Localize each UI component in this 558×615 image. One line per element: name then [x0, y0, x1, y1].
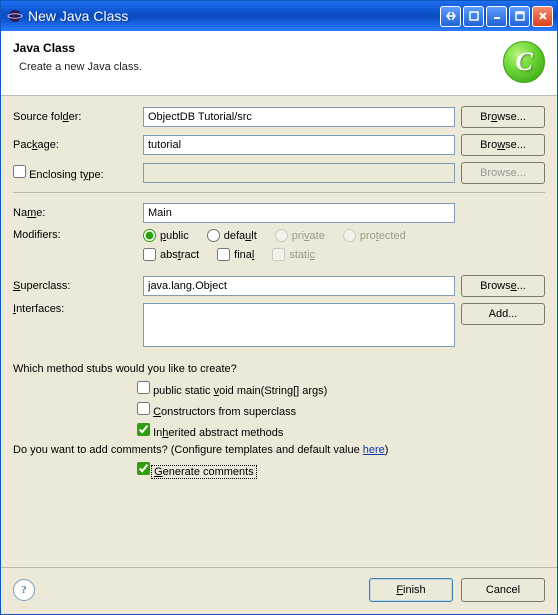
- enclosing-type-check[interactable]: Enclosing type:: [13, 165, 137, 181]
- browse-superclass-button[interactable]: Browse...: [461, 275, 545, 297]
- banner-subtitle: Create a new Java class.: [19, 61, 503, 73]
- browse-enclosing-button: Browse...: [461, 162, 545, 184]
- name-input[interactable]: [143, 203, 455, 223]
- window-title: New Java Class: [28, 8, 440, 24]
- maximize-button[interactable]: [509, 6, 530, 27]
- finish-button[interactable]: Finish: [369, 578, 453, 602]
- window-buttons: [440, 6, 553, 27]
- banner: Java Class Create a new Java class. C: [1, 31, 557, 96]
- stub-constructors-check[interactable]: Constructors from superclass: [137, 406, 296, 418]
- superclass-label: Superclass:: [13, 280, 137, 292]
- stub-inherited-check[interactable]: Inherited abstract methods: [137, 427, 283, 439]
- configure-here-link[interactable]: here: [363, 444, 385, 456]
- package-input[interactable]: [143, 135, 455, 155]
- close-button[interactable]: [532, 6, 553, 27]
- dialog-window: New Java Class Java Class Create a new J…: [0, 0, 558, 615]
- class-icon: C: [503, 41, 545, 83]
- browse-package-button[interactable]: Browse...: [461, 134, 545, 156]
- enclosing-type-input: [143, 163, 455, 183]
- source-folder-label: Source folder:: [13, 111, 137, 123]
- banner-title: Java Class: [13, 41, 503, 55]
- eclipse-icon: [7, 8, 23, 24]
- modifier-default[interactable]: default: [207, 229, 257, 242]
- separator: [13, 192, 545, 193]
- modifiers-label: Modifiers:: [13, 229, 137, 241]
- name-label: Name:: [13, 207, 137, 219]
- comments-question: Do you want to add comments? (Configure …: [13, 444, 545, 456]
- form-content: Source folder: Browse... Package: Browse…: [1, 96, 557, 567]
- interfaces-label: Interfaces:: [13, 303, 137, 315]
- browse-source-button[interactable]: Browse...: [461, 106, 545, 128]
- package-label: Package:: [13, 139, 137, 151]
- enclosing-type-checkbox[interactable]: [13, 165, 26, 178]
- restore-button[interactable]: [463, 6, 484, 27]
- footer: ? Finish Cancel: [1, 567, 557, 614]
- titlebar: New Java Class: [1, 1, 557, 31]
- modifier-final[interactable]: final: [217, 248, 254, 261]
- superclass-input[interactable]: [143, 276, 455, 296]
- modifier-private: private: [275, 229, 325, 242]
- modifier-abstract[interactable]: abstract: [143, 248, 199, 261]
- modifier-protected: protected: [343, 229, 406, 242]
- modifier-public[interactable]: public: [143, 229, 189, 242]
- interfaces-list[interactable]: [143, 303, 455, 347]
- cancel-button[interactable]: Cancel: [461, 578, 545, 602]
- stub-main-check[interactable]: public static void main(String[] args): [137, 385, 327, 397]
- nav-back-button[interactable]: [440, 6, 461, 27]
- help-button[interactable]: ?: [13, 579, 35, 601]
- modifier-static: static: [272, 248, 315, 261]
- generate-comments-check[interactable]: Generate comments: [137, 466, 255, 478]
- minimize-button[interactable]: [486, 6, 507, 27]
- stubs-question: Which method stubs would you like to cre…: [13, 363, 545, 375]
- add-interface-button[interactable]: Add...: [461, 303, 545, 325]
- source-folder-input[interactable]: [143, 107, 455, 127]
